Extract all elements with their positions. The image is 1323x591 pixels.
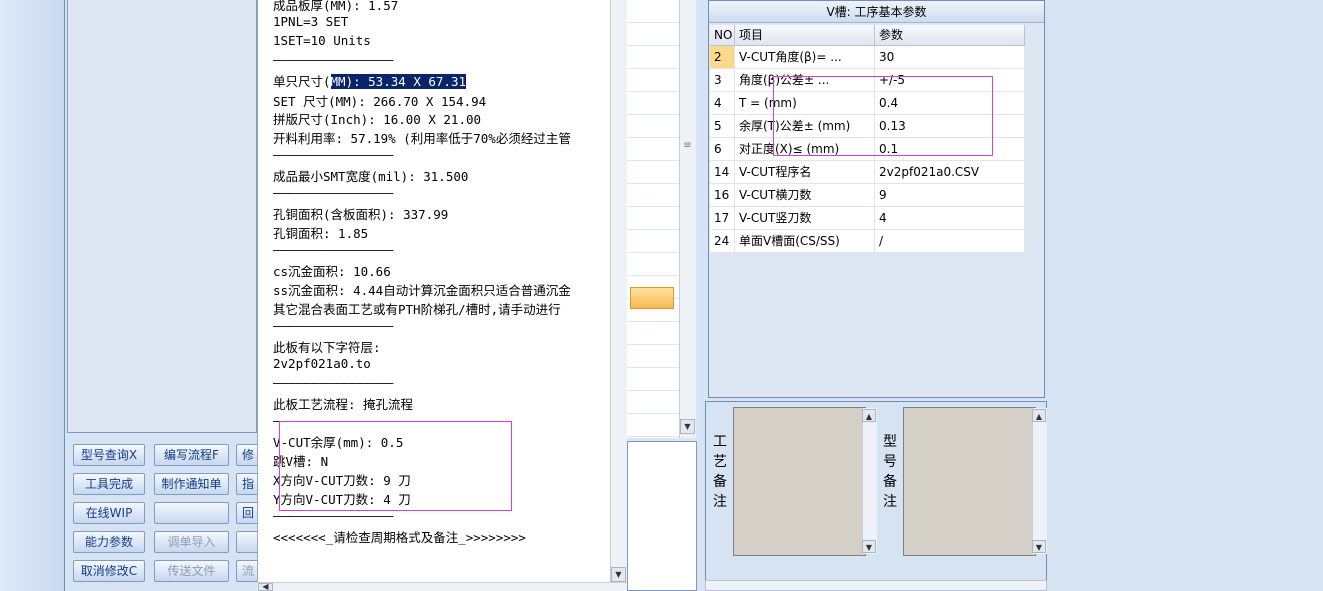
scroll-down-icon[interactable]: ▼: [680, 419, 695, 434]
cell-no[interactable]: 17: [710, 207, 735, 230]
header-param[interactable]: 参数: [875, 25, 1025, 46]
grip-icon[interactable]: ≡: [680, 140, 695, 156]
text-selection: MM): 53.34 X 67.31: [330, 74, 466, 89]
model-query-button[interactable]: 型号查询X: [73, 444, 145, 466]
text-separator: ————————————————: [273, 318, 394, 333]
tool-complete-button[interactable]: 工具完成: [73, 473, 145, 495]
middle-lower-panel: [627, 441, 697, 591]
text-line: 此板工艺流程: 掩孔流程: [273, 397, 414, 412]
text-line: 其它混合表面工艺或有PTH阶梯孔/槽时,请手动进行: [273, 302, 561, 317]
header-no[interactable]: NO: [710, 25, 735, 46]
cell-no[interactable]: 14: [710, 161, 735, 184]
cell-no[interactable]: 16: [710, 184, 735, 207]
grid-selected-cell[interactable]: [630, 287, 674, 309]
text-line: 开料利用率: 57.19% (利用率低于70%必须经过主管: [273, 131, 571, 146]
send-file-button[interactable]: 传送文件: [154, 560, 229, 582]
text-line: 孔铜面积: 1.85: [273, 226, 369, 241]
annotation-box: [773, 76, 993, 156]
text-line: cs沉金面积: 10.66: [273, 264, 391, 279]
process-note-textarea[interactable]: [733, 407, 866, 556]
scroll-up-icon[interactable]: ▲: [1032, 409, 1046, 422]
text-line: 拼版尺寸(Inch): 16.00 X 21.00: [273, 112, 482, 127]
process-note-scrollbar[interactable]: [862, 408, 877, 554]
text-separator: ————————————————: [273, 242, 394, 257]
grid-rows: [627, 0, 679, 438]
scroll-down-icon[interactable]: ▼: [1032, 540, 1046, 553]
cell-no[interactable]: 3: [710, 69, 735, 92]
cell-param[interactable]: 9: [875, 184, 1025, 207]
scroll-down-icon[interactable]: ▼: [862, 540, 876, 553]
cell-no[interactable]: 4: [710, 92, 735, 115]
cell-param[interactable]: 2v2pf021a0.CSV: [875, 161, 1025, 184]
text-vertical-scrollbar[interactable]: [610, 0, 627, 583]
text-line: 此板有以下字符层:: [273, 340, 381, 355]
grid-vertical-scrollbar[interactable]: [679, 0, 696, 438]
cell-no[interactable]: 2: [710, 46, 735, 69]
text-line: 成品板厚(MM): 1.57: [273, 0, 399, 13]
cell-param[interactable]: /: [875, 230, 1025, 253]
text-separator: ————————————————: [273, 185, 394, 200]
cell-item[interactable]: V-CUT角度(β)= ...: [735, 46, 875, 69]
text-line: 1SET=10 Units: [273, 33, 371, 48]
text-horizontal-scrollbar[interactable]: [257, 582, 627, 591]
cell-param[interactable]: 4: [875, 207, 1025, 230]
cell-no[interactable]: 5: [710, 115, 735, 138]
text-separator: ————————————————: [273, 375, 394, 390]
text-line: <<<<<<<_请检查周期格式及备注_>>>>>>>>: [273, 530, 526, 545]
table-title: V槽: 工序基本参数: [709, 1, 1044, 23]
online-wip-button[interactable]: 在线WIP: [73, 502, 145, 524]
cell-item[interactable]: V-CUT程序名: [735, 161, 875, 184]
text-line: 孔铜面积(含板面积): 337.99: [273, 207, 449, 222]
cell-item[interactable]: V-CUT横刀数: [735, 184, 875, 207]
model-note-textarea[interactable]: [903, 407, 1036, 556]
blank-button[interactable]: [154, 502, 229, 524]
right-horizontal-scrollbar[interactable]: [705, 580, 1047, 591]
cell-no[interactable]: 24: [710, 230, 735, 253]
text-separator: ————————————————: [273, 147, 394, 162]
process-note-label: 工艺备注: [713, 434, 727, 510]
edit-flow-button[interactable]: 编写流程F: [154, 444, 229, 466]
cell-item[interactable]: V-CUT竖刀数: [735, 207, 875, 230]
make-notice-button[interactable]: 制作通知单: [154, 473, 229, 495]
cell-item[interactable]: 单面V槽面(CS/SS): [735, 230, 875, 253]
text-line: 1PNL=3 SET: [273, 14, 349, 29]
text-line: 成品最小SMT宽度(mil): 31.500: [273, 169, 469, 184]
model-note-label: 型号备注: [883, 434, 897, 510]
text-line: 2v2pf021a0.to: [273, 356, 371, 371]
scroll-left-icon[interactable]: ◀: [258, 583, 273, 591]
scroll-down-icon[interactable]: ▼: [611, 567, 626, 582]
model-list[interactable]: [67, 0, 257, 433]
import-order-button[interactable]: 调单导入: [154, 531, 229, 553]
scroll-up-icon[interactable]: ▲: [862, 409, 876, 422]
header-item[interactable]: 项目: [735, 25, 875, 46]
model-note-scrollbar[interactable]: [1032, 408, 1047, 554]
capability-params-button[interactable]: 能力参数: [73, 531, 145, 553]
text-separator: ————————————————: [273, 52, 394, 67]
cell-no[interactable]: 6: [710, 138, 735, 161]
left-background: [0, 0, 64, 591]
cancel-modify-button[interactable]: 取消修改C: [73, 560, 145, 582]
text-line: SET 尺寸(MM): 266.70 X 154.94: [273, 94, 487, 109]
annotation-box: [279, 421, 512, 511]
cell-param[interactable]: 30: [875, 46, 1025, 69]
text-line: ss沉金面积: 4.44自动计算沉金面积只适合普通沉金: [273, 283, 571, 298]
text-line: 单只尺寸(MM): 53.34 X 67.31: [273, 74, 466, 89]
